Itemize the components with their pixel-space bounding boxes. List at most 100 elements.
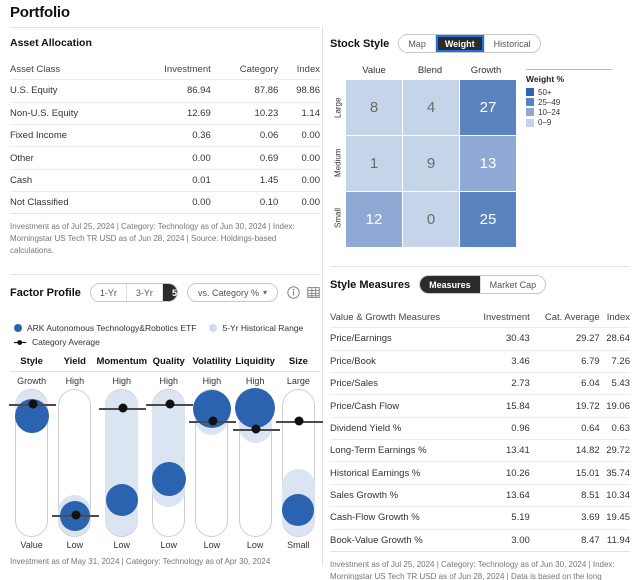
factor-track[interactable]: [9, 389, 57, 538]
factor-column-yield: Yield High Low: [52, 356, 100, 551]
asset-class-name: Not Classified: [10, 197, 69, 209]
compare-dropdown[interactable]: vs. Category % ▾: [186, 283, 278, 303]
factor-profile-legend: ARK Autonomous Technology&Robotics ETF 5…: [10, 309, 320, 351]
factor-profile-columns: Style Growth Value Yield High Low Moment…: [9, 351, 323, 551]
table-row: Price/Earnings 30.43 29.27 28.64: [330, 327, 630, 350]
factor-top-label: High: [202, 376, 222, 387]
factor-profile-title: Factor Profile: [10, 286, 81, 299]
style-row-small: Small: [333, 207, 343, 228]
factor-bottom-label: Low: [246, 540, 264, 551]
style-box-small-value[interactable]: 12: [346, 192, 402, 247]
asset-index: 98.86: [296, 85, 320, 97]
asset-investment: 12.69: [186, 107, 211, 119]
measure-cat-average: 8.51: [581, 490, 600, 501]
tab-1yr[interactable]: 1-Yr: [90, 284, 127, 302]
factor-top-label: Large: [286, 376, 310, 387]
table-row: Not Classified 0.00 0.10 0.00: [10, 191, 320, 214]
style-box-medium-value[interactable]: 1: [346, 136, 402, 191]
factor-top-label: High: [245, 376, 265, 387]
factor-name: Style: [10, 356, 54, 373]
factor-bottom-label: Low: [113, 540, 131, 551]
measure-cat-average: 8.47: [581, 534, 600, 546]
legend-label: 50+: [538, 87, 552, 97]
factor-track[interactable]: [189, 389, 237, 538]
measure-cat-average: 19.72: [575, 400, 600, 412]
category-average-line: [232, 424, 280, 434]
factor-column-volatility: Volatility High Low: [189, 356, 237, 550]
style-box-medium-blend[interactable]: 9: [403, 136, 459, 191]
tab-3yr[interactable]: 3-Yr: [126, 284, 163, 302]
style-row-large: Large: [333, 97, 343, 118]
tab-market-cap[interactable]: Market Cap: [480, 276, 546, 293]
asset-allocation-footnote: Investment as of Jul 25, 2024 | Category…: [10, 222, 295, 255]
tab-5yr[interactable]: 5-Yr: [162, 284, 177, 302]
asset-investment: 0.00: [192, 152, 211, 164]
measure-investment: 10.26: [506, 467, 530, 479]
asset-category: 87.86: [254, 85, 279, 97]
column-header-index: Index: [296, 64, 320, 76]
factor-track[interactable]: [146, 389, 194, 538]
legend-swatch: [526, 118, 534, 127]
category-average-dot: [28, 399, 38, 409]
style-box-large-value[interactable]: 8: [346, 80, 402, 135]
style-box-medium-growth[interactable]: 13: [460, 136, 516, 191]
factor-period-toggle[interactable]: 1-Yr 3-Yr 5-Yr: [89, 283, 178, 303]
category-average-line: [9, 399, 57, 409]
table-view-icon[interactable]: [307, 286, 320, 299]
tab-weight[interactable]: Weight: [435, 35, 485, 52]
info-icon[interactable]: [287, 286, 300, 299]
measure-name: Sales Growth %: [330, 490, 399, 501]
style-box-small-blend[interactable]: 0: [403, 192, 459, 247]
legend-swatch: [526, 88, 534, 97]
measure-investment: 13.64: [506, 490, 530, 501]
column-header-investment: Investment: [164, 64, 211, 76]
factor-top-label: Growth: [17, 376, 47, 387]
style-measures-toggle[interactable]: Measures Market Cap: [419, 275, 547, 294]
factor-bottom-label: Low: [66, 540, 84, 551]
measure-cat-average: 14.82: [575, 445, 600, 457]
category-average-dot: [165, 399, 175, 409]
legend-rule: [526, 69, 612, 70]
style-box-large-blend[interactable]: 4: [403, 80, 459, 135]
category-average-dot: [118, 403, 128, 413]
factor-track[interactable]: [232, 387, 280, 538]
factor-column-quality: Quality High Low: [146, 356, 194, 550]
measure-investment: 5.19: [511, 512, 530, 524]
legend-item: 25–49: [526, 97, 626, 107]
tab-map[interactable]: Map: [399, 35, 436, 52]
measure-index: 28.64: [606, 333, 630, 345]
measure-index: 10.34: [606, 490, 630, 501]
legend-label: 0–9: [538, 118, 552, 128]
stock-style-toggle[interactable]: Map Weight Historical: [398, 34, 541, 53]
measure-cat-average: 15.01: [575, 467, 600, 479]
table-row: Other 0.00 0.69 0.00: [10, 146, 320, 169]
measure-index: 0.63: [611, 422, 631, 434]
factor-track[interactable]: [275, 389, 323, 538]
portfolio-page: Portfolio Asset Allocation Asset Class I…: [0, 0, 640, 580]
category-average-line: [99, 403, 147, 413]
factor-track[interactable]: [52, 389, 100, 538]
legend-label: 25–49: [538, 97, 561, 107]
legend-row-primary: ARK Autonomous Technology&Robotics ETF 5…: [14, 321, 320, 335]
legend-item: 0–9: [526, 118, 626, 128]
category-average-line: [189, 416, 237, 426]
factor-bottom-label: Value: [20, 540, 43, 551]
style-box-small-growth[interactable]: 25: [460, 192, 516, 247]
style-row-medium: Medium: [333, 148, 343, 177]
measure-investment: 3.00: [511, 534, 530, 546]
factor-name: Momentum: [96, 356, 148, 373]
asset-category: 0.10: [259, 197, 279, 209]
measure-cat-average: 3.69: [581, 512, 600, 524]
style-box-large-growth[interactable]: 27: [460, 80, 516, 135]
factor-column-size: Size Large Small: [275, 356, 323, 550]
tab-historical[interactable]: Historical: [484, 35, 540, 52]
factor-track[interactable]: [99, 389, 147, 538]
legend-category-average-label: Category Average: [32, 337, 100, 348]
asset-investment: 0.00: [192, 197, 211, 209]
category-average-dot: [294, 416, 304, 426]
stock-style-row-headers: Large Medium Small: [330, 80, 346, 247]
style-col-growth: Growth: [470, 65, 502, 76]
measure-investment: 0.96: [511, 422, 530, 434]
tab-measures[interactable]: Measures: [420, 276, 481, 293]
table-row: Historical Earnings % 10.26 15.01 35.74: [330, 461, 630, 484]
